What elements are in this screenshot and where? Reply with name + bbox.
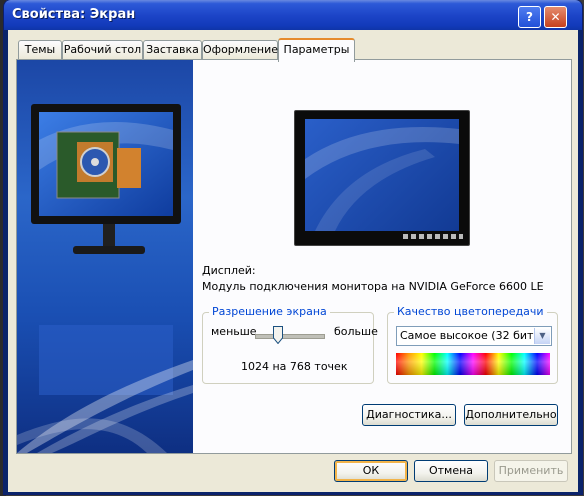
banner-artwork — [17, 104, 193, 453]
tab-label: Параметры — [283, 43, 350, 56]
tab-screensaver[interactable]: Заставка — [143, 40, 202, 59]
resolution-value: 1024 на 768 точек — [241, 360, 348, 373]
display-label: Дисплей: — [202, 264, 256, 277]
troubleshoot-label: Диагностика... — [366, 408, 452, 421]
nvidia-side-banner — [17, 60, 193, 453]
advanced-button[interactable]: Дополнительно — [464, 404, 558, 426]
ok-button[interactable]: ОК — [334, 460, 408, 482]
tab-label: Оформление — [203, 43, 278, 56]
tab-label: Темы — [24, 43, 56, 56]
monitor-preview-screen — [305, 119, 459, 231]
tab-label: Рабочий стол — [63, 43, 142, 56]
screen-resolution-group: Разрешение экрана меньше больше 1024 на … — [202, 305, 378, 384]
preview-wallpaper — [305, 127, 459, 231]
color-spectrum-bar — [396, 353, 550, 375]
close-icon: ✕ — [550, 10, 561, 24]
color-quality-select[interactable]: Самое высокое (32 бита) ▼ — [396, 326, 552, 346]
help-icon: ? — [526, 10, 533, 24]
close-button[interactable]: ✕ — [544, 6, 567, 28]
resolution-slider-thumb[interactable] — [273, 326, 284, 344]
cancel-button[interactable]: Отмена — [414, 460, 488, 482]
settings-tab-panel: Дисплей: Модуль подключения монитора на … — [16, 59, 572, 454]
apply-label: Применить — [498, 464, 564, 477]
tab-desktop[interactable]: Рабочий стол — [62, 40, 143, 59]
window-title: Свойства: Экран — [12, 7, 136, 22]
tab-themes[interactable]: Темы — [18, 40, 62, 59]
resolution-less-label: меньше — [211, 325, 257, 338]
resolution-more-label: больше — [334, 325, 378, 338]
advanced-label: Дополнительно — [465, 408, 557, 421]
monitor-buttons — [403, 234, 463, 239]
screen-resolution-title: Разрешение экрана — [209, 305, 330, 318]
monitor-preview — [294, 110, 470, 246]
color-quality-title: Качество цветопередачи — [394, 305, 547, 318]
tab-label: Заставка — [146, 43, 199, 56]
color-quality-group: Качество цветопередачи Самое высокое (32… — [387, 305, 558, 384]
help-button[interactable]: ? — [518, 6, 541, 28]
tab-appearance[interactable]: Оформление — [202, 40, 278, 59]
display-adapter-name: Модуль подключения монитора на NVIDIA Ge… — [202, 280, 544, 293]
resolution-slider-track[interactable] — [255, 334, 325, 339]
cancel-label: Отмена — [428, 464, 474, 477]
troubleshoot-button[interactable]: Диагностика... — [362, 404, 456, 426]
apply-button[interactable]: Применить — [494, 460, 568, 482]
color-quality-value: Самое высокое (32 бита) — [400, 329, 545, 342]
ok-label: ОК — [362, 464, 380, 477]
display-properties-window: Свойства: Экран ? ✕ Темы Рабочий стол За… — [4, 0, 582, 494]
dialog-client-area: Темы Рабочий стол Заставка Оформление Па… — [8, 30, 578, 492]
title-bar[interactable]: Свойства: Экран ? ✕ — [4, 0, 582, 30]
chevron-down-icon[interactable]: ▼ — [534, 328, 550, 344]
tab-settings[interactable]: Параметры — [278, 38, 355, 62]
